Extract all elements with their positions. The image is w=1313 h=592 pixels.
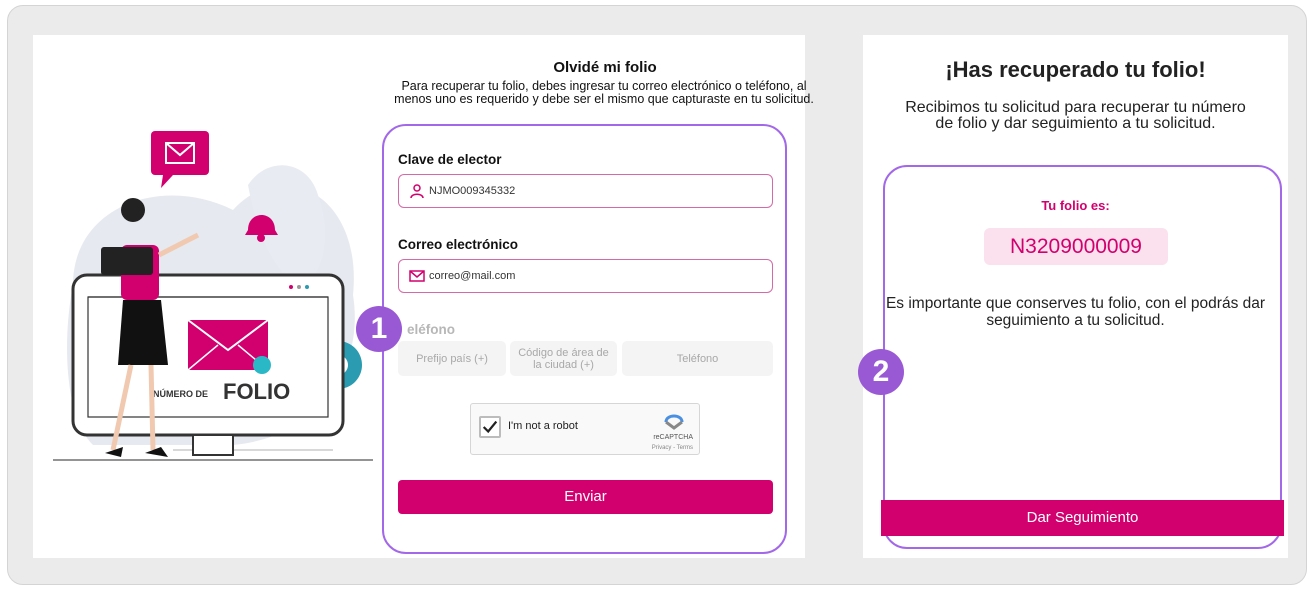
form-description: Para recuperar tu folio, debes ingresar … [394,79,814,106]
step-badge-2: 2 [858,349,904,395]
phone-prefix-input[interactable]: Prefijo país (+) [398,341,506,376]
phone-label: eléfono [407,322,456,337]
folio-illustration: NÚMERO DE FOLIO [53,131,373,461]
result-description: Recibimos tu solicitud para recuperar tu… [905,99,1246,132]
folio-label: Tu folio es: [1041,198,1110,213]
clave-field[interactable]: NJMO009345332 [398,174,773,208]
email-value: correo@mail.com [429,270,516,282]
send-button[interactable]: Enviar [398,480,773,514]
email-label: Correo electrónico [398,237,519,252]
result-title: ¡Has recuperado tu folio! [945,57,1206,82]
phone-area-input[interactable]: Código de área de la ciudad (+) [510,341,617,376]
illustration-label-big: FOLIO [223,379,290,404]
follow-up-button[interactable]: Dar Seguimiento [881,500,1284,536]
email-field[interactable]: correo@mail.com [398,259,773,293]
user-icon [410,184,424,199]
result-highlight [883,165,1282,549]
recaptcha-widget: I'm not a robot reCAPTCHA Privacy - Term… [470,403,700,455]
recaptcha-label: I'm not a robot [508,420,578,432]
checkmark-icon [482,420,498,434]
step-badge-1: 1 [356,306,402,352]
illustration-label-small: NÚMERO DE [153,388,208,399]
forgot-folio-screen: NÚMERO DE FOLIO Olvidé mi folio Para rec… [33,35,814,558]
folio-number: N3209000009 [984,228,1168,265]
recaptcha-links[interactable]: Privacy - Terms [652,445,693,451]
mail-icon [409,270,425,282]
clave-value: NJMO009345332 [429,185,516,197]
phone-number-input[interactable]: Teléfono [622,341,773,376]
folio-recovered-screen: ¡Has recuperado tu folio! Recibimos tu s… [863,35,1288,558]
recaptcha-logo-icon [664,414,684,430]
result-note: Es importante que conserves tu folio, co… [885,295,1266,329]
page-title: Olvidé mi folio [553,59,657,76]
recaptcha-brand: reCAPTCHA [653,434,693,441]
recaptcha-checkbox[interactable] [479,416,501,438]
clave-label: Clave de elector [398,152,502,167]
